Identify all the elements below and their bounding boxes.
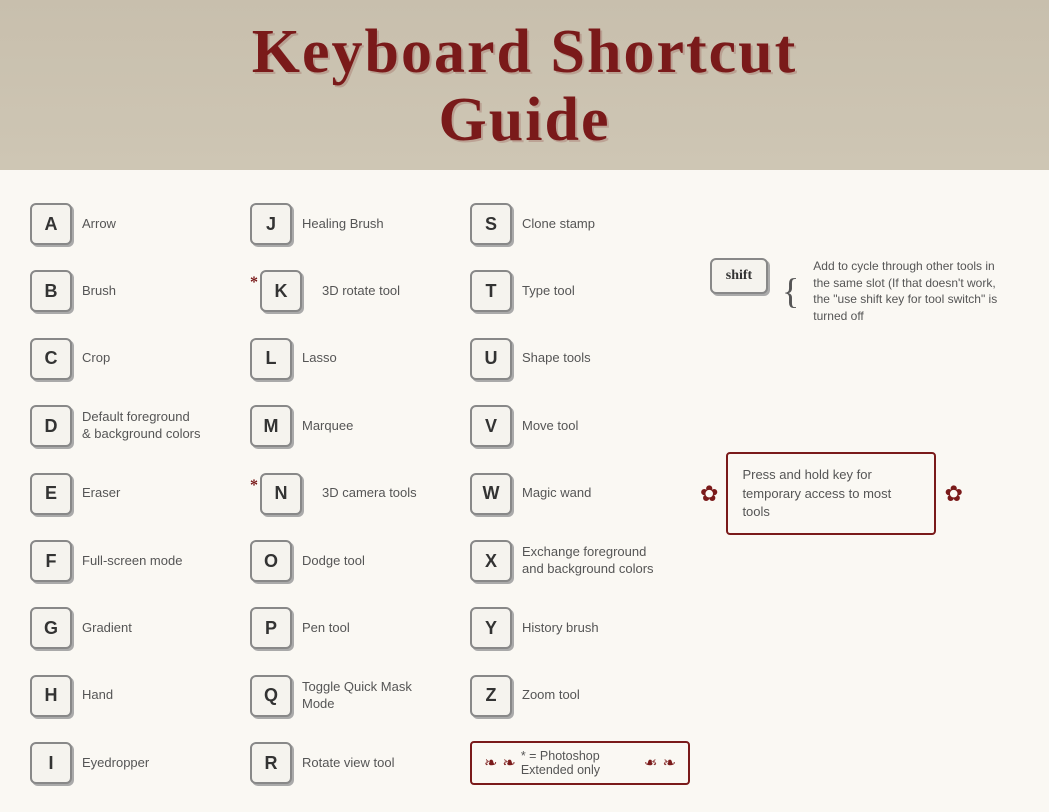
shortcut-i: I Eyedropper xyxy=(30,738,250,788)
key-r: R xyxy=(250,742,292,784)
label-t: Type tool xyxy=(522,283,575,300)
label-o: Dodge tool xyxy=(302,553,365,570)
key-n: N xyxy=(260,473,302,515)
shift-info: shift { Add to cycle through other tools… xyxy=(690,248,1019,335)
key-l: L xyxy=(250,338,292,380)
key-p: P xyxy=(250,607,292,649)
shortcut-b: B Brush xyxy=(30,266,250,316)
label-w: Magic wand xyxy=(522,485,591,502)
photoshop-note-box: ❧ * = Photoshop Extended only ❧ xyxy=(470,741,690,785)
shortcut-n: * N 3D camera tools xyxy=(250,473,470,515)
shortcut-d: D Default foreground& background colors xyxy=(30,401,250,451)
photoshop-leaf-left: ❧ xyxy=(502,753,515,773)
key-j: J xyxy=(250,203,292,245)
key-c: C xyxy=(30,338,72,380)
label-x: Exchange foregroundand background colors xyxy=(522,544,654,578)
key-y: Y xyxy=(470,607,512,649)
key-k: K xyxy=(260,270,302,312)
shortcut-s: S Clone stamp xyxy=(470,199,690,249)
key-a: A xyxy=(30,203,72,245)
label-z: Zoom tool xyxy=(522,687,580,704)
label-m: Marquee xyxy=(302,418,353,435)
shortcut-l: L Lasso xyxy=(250,334,470,384)
shortcut-a: A Arrow xyxy=(30,199,250,249)
key-q: Q xyxy=(250,675,292,717)
shortcut-v: V Move tool xyxy=(470,401,690,451)
key-v: V xyxy=(470,405,512,447)
shortcut-j: J Healing Brush xyxy=(250,199,470,249)
shortcut-e: E Eraser xyxy=(30,469,250,519)
key-h: H xyxy=(30,675,72,717)
key-d: D xyxy=(30,405,72,447)
key-s: S xyxy=(470,203,512,245)
label-b: Brush xyxy=(82,283,116,300)
label-k: 3D rotate tool xyxy=(322,283,400,300)
shortcut-q: Q Toggle Quick MaskMode xyxy=(250,671,470,721)
key-g: G xyxy=(30,607,72,649)
hold-box-border: Press and hold key for temporary access … xyxy=(726,452,936,535)
label-v: Move tool xyxy=(522,418,578,435)
shift-key: shift xyxy=(710,258,768,294)
photoshop-note-text: * = Photoshop Extended only xyxy=(521,749,639,777)
key-t: T xyxy=(470,270,512,312)
shortcut-k: * K 3D rotate tool xyxy=(250,270,470,312)
shortcut-y: Y History brush xyxy=(470,603,690,653)
key-e: E xyxy=(30,473,72,515)
label-s: Clone stamp xyxy=(522,216,595,233)
shortcut-w: W Magic wand xyxy=(470,469,690,519)
label-r: Rotate view tool xyxy=(302,755,395,772)
shortcut-t: T Type tool xyxy=(470,266,690,316)
photoshop-leaf-right: ❧ xyxy=(644,753,657,773)
key-b: B xyxy=(30,270,72,312)
shift-description: Add to cycle through other tools in the … xyxy=(813,258,1009,325)
label-a: Arrow xyxy=(82,216,116,233)
label-p: Pen tool xyxy=(302,620,350,637)
key-o: O xyxy=(250,540,292,582)
shortcut-f: F Full-screen mode xyxy=(30,536,250,586)
label-n: 3D camera tools xyxy=(322,485,417,502)
key-u: U xyxy=(470,338,512,380)
label-c: Crop xyxy=(82,350,110,367)
shortcut-h: H Hand xyxy=(30,671,250,721)
page-title: Keyboard Shortcut Guide xyxy=(0,18,1049,154)
shortcut-x: X Exchange foregroundand background colo… xyxy=(470,536,690,586)
label-l: Lasso xyxy=(302,350,337,367)
shortcut-m: M Marquee xyxy=(250,401,470,451)
key-f: F xyxy=(30,540,72,582)
label-q: Toggle Quick MaskMode xyxy=(302,679,412,713)
shortcut-r: R Rotate view tool xyxy=(250,738,470,788)
shortcut-c: C Crop xyxy=(30,334,250,384)
shortcut-u: U Shape tools xyxy=(470,334,690,384)
label-e: Eraser xyxy=(82,485,120,502)
label-g: Gradient xyxy=(82,620,132,637)
label-y: History brush xyxy=(522,620,599,637)
content-area: A Arrow B Brush C Crop D Default foregro… xyxy=(0,170,1049,812)
hold-leaf-left: ✿ xyxy=(700,481,718,507)
key-w: W xyxy=(470,473,512,515)
key-i: I xyxy=(30,742,72,784)
hold-text: Press and hold key for temporary access … xyxy=(742,467,891,518)
shortcut-g: G Gradient xyxy=(30,603,250,653)
header: Keyboard Shortcut Guide xyxy=(0,0,1049,170)
key-x: X xyxy=(470,540,512,582)
label-h: Hand xyxy=(82,687,113,704)
hold-leaf-right: ✿ xyxy=(944,481,962,507)
key-z: Z xyxy=(470,675,512,717)
label-u: Shape tools xyxy=(522,350,591,367)
label-d: Default foreground& background colors xyxy=(82,409,201,443)
photoshop-note-container: ❧ * = Photoshop Extended only ❧ xyxy=(470,741,690,785)
label-f: Full-screen mode xyxy=(82,553,182,570)
key-m: M xyxy=(250,405,292,447)
hold-info: ✿ Press and hold key for temporary acces… xyxy=(690,452,1019,535)
shortcut-z: Z Zoom tool xyxy=(470,671,690,721)
brace-icon: { xyxy=(782,273,799,309)
asterisk-k: * xyxy=(250,274,258,292)
label-j: Healing Brush xyxy=(302,216,384,233)
label-i: Eyedropper xyxy=(82,755,149,772)
shortcut-p: P Pen tool xyxy=(250,603,470,653)
shortcut-o: O Dodge tool xyxy=(250,536,470,586)
page-wrapper: Keyboard Shortcut Guide A Arrow B Brush … xyxy=(0,0,1049,812)
asterisk-n: * xyxy=(250,477,258,495)
